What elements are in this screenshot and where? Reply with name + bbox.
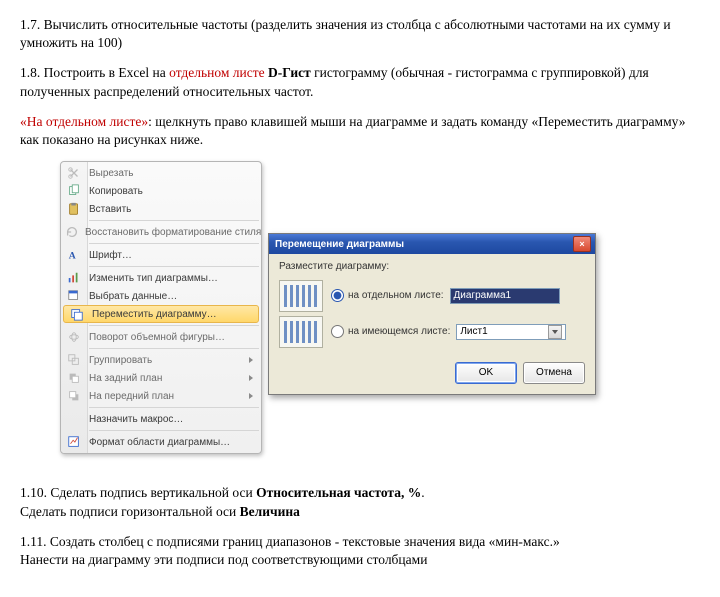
menu-item-to-back[interactable]: На задний план xyxy=(61,369,261,387)
menu-label: Копировать xyxy=(89,185,143,199)
group-icon xyxy=(65,353,83,367)
submenu-arrow-icon xyxy=(249,357,253,363)
menu-label: Выбрать данные… xyxy=(89,290,177,304)
menu-item-to-front[interactable]: На передний план xyxy=(61,387,261,405)
move-chart-dialog: Перемещение диаграммы × Разместите диагр… xyxy=(268,233,596,395)
copy-icon xyxy=(65,184,83,198)
format-icon xyxy=(65,435,83,449)
dialog-titlebar[interactable]: Перемещение диаграммы × xyxy=(269,234,595,254)
paragraph-note: «На отдельном листе»: щелкнуть право кла… xyxy=(20,113,700,149)
reset-icon xyxy=(65,225,79,239)
dialog-body: Разместите диаграмму: на отдельном листе… xyxy=(269,254,595,394)
menu-item-font[interactable]: A Шрифт… xyxy=(61,246,261,264)
chart-type-icon xyxy=(65,271,83,285)
menu-item-select-data[interactable]: Выбрать данные… xyxy=(61,287,261,305)
menu-separator xyxy=(89,243,259,244)
menu-separator xyxy=(89,348,259,349)
menu-item-group[interactable]: Группировать xyxy=(61,351,261,369)
text-run: 1.11. Создать столбец с подписями границ… xyxy=(20,534,560,549)
menu-label: Вырезать xyxy=(89,167,133,181)
menu-item-change-type[interactable]: Изменить тип диаграммы… xyxy=(61,269,261,287)
option-existing-sheet[interactable]: на имеющемся листе: Лист1 xyxy=(279,316,585,348)
context-menu: Вырезать Копировать Вставить Восстановит… xyxy=(60,161,262,454)
menu-label: Переместить диаграмму… xyxy=(92,308,217,322)
figure-row: Вырезать Копировать Вставить Восстановит… xyxy=(60,161,700,454)
paragraph-1-11: 1.11. Создать столбец с подписями границ… xyxy=(20,533,700,569)
text-bold: Относительная частота, % xyxy=(256,485,421,500)
menu-item-format-area[interactable]: Формат области диаграммы… xyxy=(61,433,261,451)
text-run: . xyxy=(421,485,424,500)
menu-item-cut[interactable]: Вырезать xyxy=(61,164,261,182)
text-bold: Величина xyxy=(240,504,300,519)
text-run: 1.10. Сделать подпись вертикальной оси xyxy=(20,485,256,500)
menu-item-paste[interactable]: Вставить xyxy=(61,200,261,218)
menu-separator xyxy=(89,266,259,267)
text-run: Сделать подписи горизонтальной оси xyxy=(20,504,240,519)
menu-item-rotate-3d[interactable]: Поворот объемной фигуры… xyxy=(61,328,261,346)
chevron-down-icon[interactable] xyxy=(548,325,562,339)
submenu-arrow-icon xyxy=(249,393,253,399)
font-icon: A xyxy=(65,248,83,262)
rotate3d-icon xyxy=(65,330,83,344)
text-red: отдельном листе xyxy=(169,65,268,80)
menu-label: На задний план xyxy=(89,372,162,386)
svg-text:A: A xyxy=(69,251,76,262)
select-data-icon xyxy=(65,289,83,303)
menu-separator xyxy=(89,220,259,221)
cancel-button[interactable]: Отмена xyxy=(523,362,585,384)
text-run: Нанести на диаграмму эти подписи под соо… xyxy=(20,552,427,567)
existing-sheet-field[interactable]: Лист1 xyxy=(456,324,566,340)
paragraph-1-8: 1.8. Построить в Excel на отдельном лист… xyxy=(20,64,700,100)
ok-button[interactable]: OK xyxy=(455,362,517,384)
paragraph-1-10: 1.10. Сделать подпись вертикальной оси О… xyxy=(20,484,700,520)
dialog-heading: Разместите диаграмму: xyxy=(279,260,585,274)
bring-front-icon xyxy=(65,389,83,403)
chart-thumb-icon xyxy=(279,316,323,348)
submenu-arrow-icon xyxy=(249,375,253,381)
menu-label: Изменить тип диаграммы… xyxy=(89,272,218,286)
option-label: на имеющемся листе: xyxy=(348,325,450,339)
menu-label: Восстановить форматирование стиля xyxy=(85,226,261,240)
radio-existing-sheet[interactable] xyxy=(331,325,344,338)
menu-label: Формат области диаграммы… xyxy=(89,436,230,450)
text-bold: D-Гист xyxy=(268,65,311,80)
send-back-icon xyxy=(65,371,83,385)
option-new-sheet[interactable]: на отдельном листе: Диаграмма1 xyxy=(279,280,585,312)
close-icon[interactable]: × xyxy=(573,236,591,252)
chart-thumb-icon xyxy=(279,280,323,312)
menu-label: На передний план xyxy=(89,390,174,404)
menu-item-assign-macro[interactable]: Назначить макрос… xyxy=(61,410,261,428)
text-red: «На отдельном листе» xyxy=(20,114,148,129)
menu-item-move-chart[interactable]: Переместить диаграмму… xyxy=(63,305,259,323)
menu-label: Назначить макрос… xyxy=(89,413,183,427)
scissors-icon xyxy=(65,166,83,180)
menu-separator xyxy=(89,325,259,326)
menu-label: Вставить xyxy=(89,203,131,217)
macro-icon xyxy=(65,412,83,426)
dialog-title: Перемещение диаграммы xyxy=(275,238,404,252)
new-sheet-name-field[interactable]: Диаграмма1 xyxy=(450,288,560,304)
menu-label: Группировать xyxy=(89,354,152,368)
menu-label: Поворот объемной фигуры… xyxy=(89,331,225,345)
paragraph-1-7: 1.7. Вычислить относительные частоты (ра… xyxy=(20,16,700,52)
menu-separator xyxy=(89,407,259,408)
menu-label: Шрифт… xyxy=(89,249,132,263)
dialog-button-row: OK Отмена xyxy=(279,362,585,384)
menu-item-reset-style[interactable]: Восстановить форматирование стиля xyxy=(61,223,261,241)
field-value: Лист1 xyxy=(460,325,487,339)
menu-item-copy[interactable]: Копировать xyxy=(61,182,261,200)
radio-new-sheet[interactable] xyxy=(331,289,344,302)
text-run: 1.8. Построить в Excel на xyxy=(20,65,169,80)
menu-separator xyxy=(89,430,259,431)
paste-icon xyxy=(65,202,83,216)
option-label: на отдельном листе: xyxy=(348,289,444,303)
move-chart-icon xyxy=(68,307,86,321)
field-value: Диаграмма1 xyxy=(454,289,512,303)
